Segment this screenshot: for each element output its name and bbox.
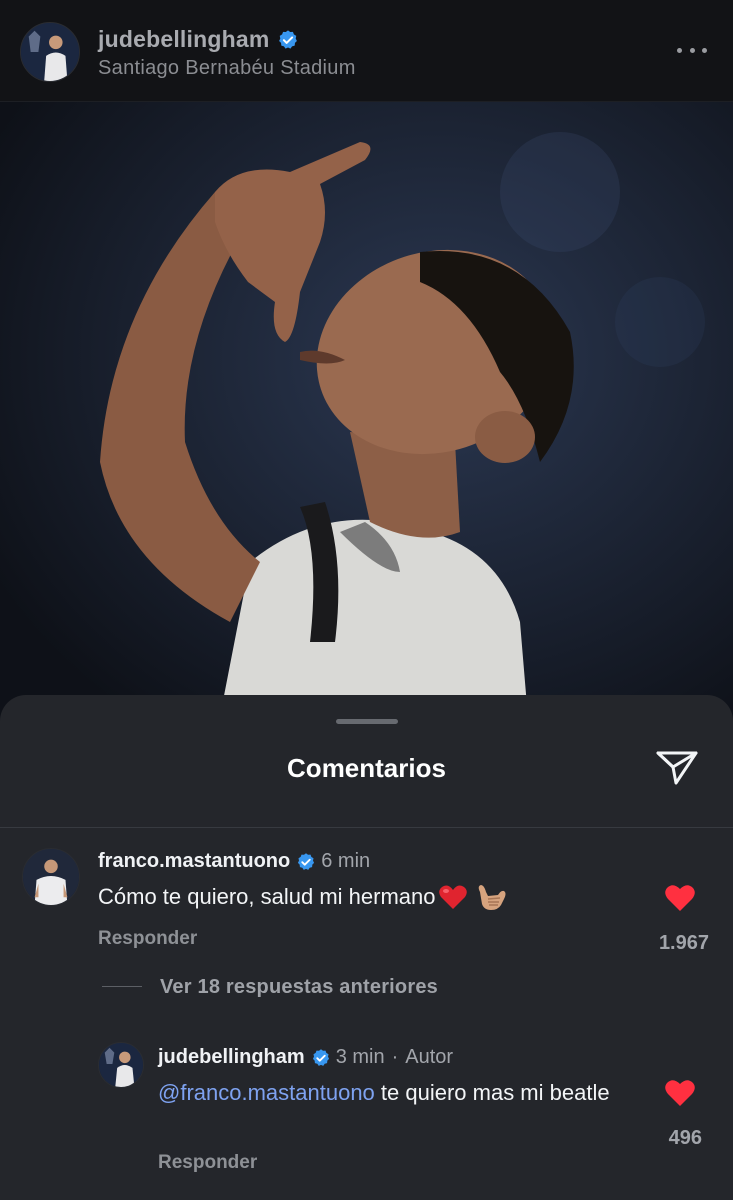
call-me-hand-emoji-icon bbox=[474, 882, 508, 912]
author-badge: Autor bbox=[405, 1046, 454, 1068]
author-username[interactable]: judebellingham bbox=[98, 26, 299, 53]
comment-header: franco.mastantuono 6 min bbox=[98, 850, 370, 873]
more-dot bbox=[677, 47, 682, 53]
comments-sheet: Comentarios franco.mastantuono 6 min Cóm… bbox=[0, 695, 733, 1200]
paper-plane-icon[interactable] bbox=[654, 747, 700, 787]
more-options-icon[interactable] bbox=[677, 38, 707, 62]
view-replies-button[interactable]: Ver 18 respuestas anteriores bbox=[160, 976, 438, 999]
comment-body: te quiero mas mi beatle bbox=[374, 1080, 610, 1105]
post-location[interactable]: Santiago Bernabéu Stadium bbox=[98, 57, 356, 80]
author-username-text[interactable]: judebellingham bbox=[98, 26, 269, 53]
more-dot bbox=[702, 47, 707, 53]
post-header: judebellingham Santiago Bernabéu Stadium bbox=[0, 0, 733, 102]
comment-timestamp: 6 min bbox=[321, 850, 371, 872]
heart-filled-icon[interactable] bbox=[664, 1078, 696, 1108]
comment-username[interactable]: franco.mastantuono bbox=[98, 850, 290, 873]
comment-timestamp: 3 min bbox=[335, 1046, 385, 1068]
post-photo[interactable] bbox=[0, 102, 733, 742]
post-screen: judebellingham Santiago Bernabéu Stadium bbox=[0, 0, 733, 1200]
reply-button[interactable]: Responder bbox=[158, 1152, 257, 1174]
heart-filled-icon[interactable] bbox=[664, 883, 696, 913]
verified-icon bbox=[296, 852, 316, 872]
verified-icon bbox=[277, 29, 299, 51]
comment-text: @franco.mastantuono te quiero mas mi bea… bbox=[158, 1078, 648, 1108]
commenter-avatar[interactable] bbox=[98, 1042, 144, 1088]
comment-body: Cómo te quiero, salud mi hermano bbox=[98, 884, 436, 909]
mention-link[interactable]: @franco.mastantuono bbox=[158, 1080, 375, 1105]
like-count[interactable]: 1.967 bbox=[619, 932, 709, 955]
comment-username[interactable]: judebellingham bbox=[158, 1046, 305, 1069]
sheet-divider bbox=[0, 827, 733, 828]
verified-icon bbox=[311, 1048, 331, 1068]
comment-text: Cómo te quiero, salud mi hermano bbox=[98, 882, 508, 912]
commenter-avatar[interactable] bbox=[22, 848, 80, 906]
author-avatar[interactable] bbox=[20, 22, 80, 82]
like-count[interactable]: 496 bbox=[612, 1127, 702, 1150]
replies-line bbox=[102, 986, 142, 987]
reply-button[interactable]: Responder bbox=[98, 928, 197, 950]
more-dot bbox=[689, 47, 695, 53]
separator-dot: · bbox=[391, 1046, 399, 1068]
red-heart-emoji-icon bbox=[438, 884, 468, 910]
sheet-drag-handle[interactable] bbox=[336, 719, 398, 724]
comment-header: judebellingham 3 min · Autor bbox=[158, 1046, 453, 1069]
sheet-title: Comentarios bbox=[287, 753, 446, 783]
